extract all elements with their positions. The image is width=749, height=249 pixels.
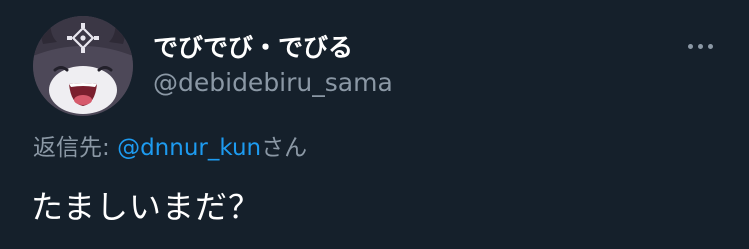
more-options-icon[interactable] xyxy=(680,36,720,56)
reply-prefix: 返信先: xyxy=(33,135,118,161)
reply-context: 返信先: @dnnur_kunさん xyxy=(33,128,307,162)
character-avatar-icon xyxy=(33,16,133,116)
tweet-text: たましいまだ？ xyxy=(31,188,262,226)
avatar[interactable] xyxy=(33,16,133,116)
more-dot xyxy=(697,43,703,49)
reply-suffix: さん xyxy=(261,135,308,161)
more-dot xyxy=(707,43,713,49)
author-handle[interactable]: @debidebiru_sama xyxy=(153,68,393,97)
tweet-card: でびでび・でびる @debidebiru_sama 返信先: @dnnur_ku… xyxy=(0,0,749,249)
author-display-name[interactable]: でびでび・でびる xyxy=(153,28,353,64)
more-dot xyxy=(687,43,693,49)
reply-mention-link[interactable]: @dnnur_kun xyxy=(117,135,261,161)
